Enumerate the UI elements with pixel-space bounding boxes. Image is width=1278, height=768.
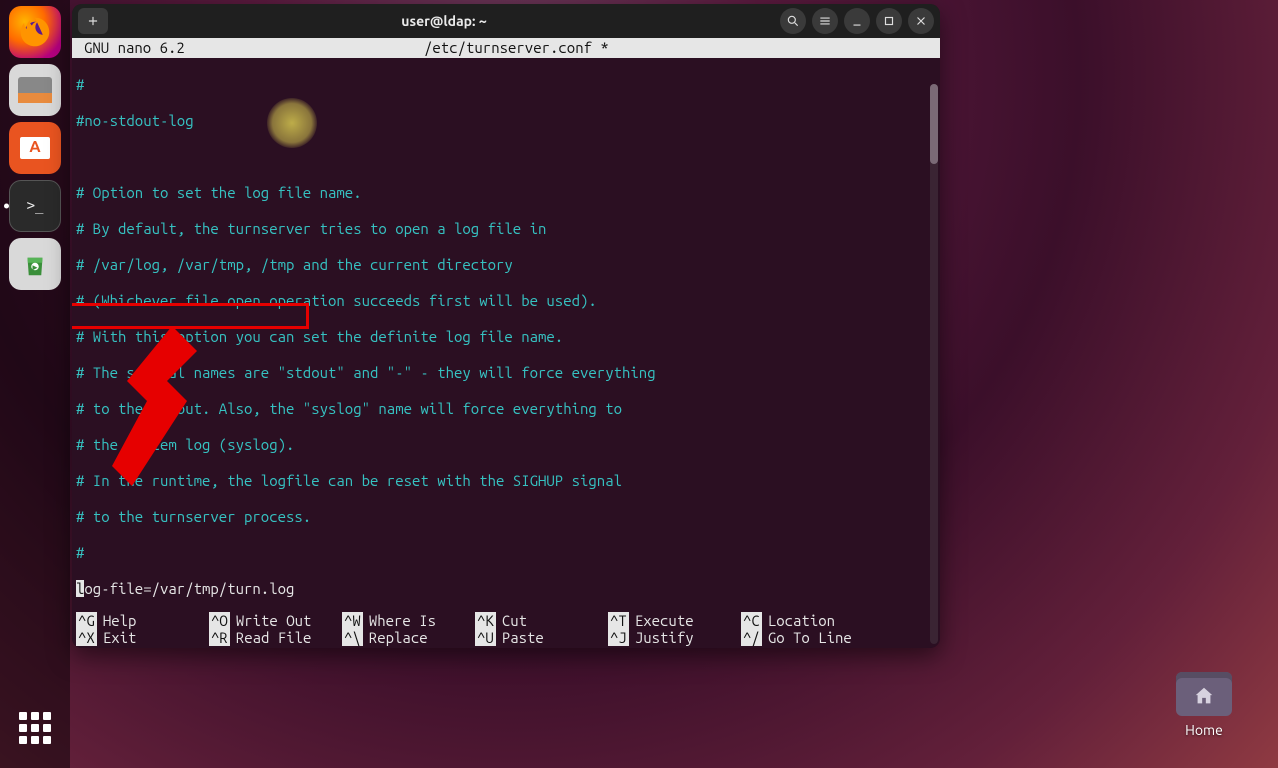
shortcut-label: Read File: [236, 629, 312, 646]
close-icon: [914, 14, 928, 28]
apps-grid-icon: [19, 712, 51, 744]
shortcut-label: Replace: [369, 629, 428, 646]
editor-line: # In the runtime, the logfile can be res…: [76, 472, 936, 490]
window-title: user@ldap: ~: [401, 13, 486, 29]
terminal-icon: >_: [21, 195, 50, 217]
shortcut-key: ^W: [342, 612, 363, 629]
editor-line: # Option to set the log file name.: [76, 184, 936, 202]
shortcut-key: ^/: [741, 629, 762, 646]
editor-line: #no-stdout-log: [76, 112, 936, 130]
nano-app-name: GNU nano 6.2: [84, 38, 424, 58]
editor-line: # With this option you can set the defin…: [76, 328, 936, 346]
editor-line: # /var/log, /var/tmp, /tmp and the curre…: [76, 256, 936, 274]
search-icon: [786, 14, 800, 28]
minimize-icon: [850, 14, 864, 28]
editor-line: # to the turnserver process.: [76, 508, 936, 526]
plus-icon: [86, 14, 100, 28]
terminal-launcher[interactable]: >_: [9, 180, 61, 232]
editor-line-active: log-file=/var/tmp/turn.log: [76, 580, 936, 598]
shortcut-key: ^O: [209, 612, 230, 629]
running-indicator: [4, 204, 9, 209]
nano-shortcut-bar: ^G Help ^O Write Out ^W Where Is ^K Cut ^T Ex…: [72, 612, 930, 648]
minimize-button[interactable]: [844, 8, 870, 34]
shortcut-key: ^U: [475, 629, 496, 646]
shortcut-label: Location: [768, 612, 835, 629]
folder-icon: [1176, 672, 1232, 716]
shortcut-key: ^C: [741, 612, 762, 629]
shortcut-key: ^J: [608, 629, 629, 646]
dock: >_: [0, 0, 70, 768]
shortcut-label: Paste: [502, 629, 544, 646]
shortcut-label: Justify: [635, 629, 694, 646]
desktop-home-label: Home: [1185, 722, 1223, 738]
firefox-launcher[interactable]: [9, 6, 61, 58]
shortcut-label: Cut: [502, 612, 527, 629]
desktop-home-folder[interactable]: Home: [1164, 672, 1244, 738]
editor-line: #: [76, 76, 936, 94]
scrollbar-thumb[interactable]: [930, 84, 938, 164]
shortcut-key: ^X: [76, 629, 97, 646]
shortcut-key: ^\: [342, 629, 363, 646]
ubuntu-software-launcher[interactable]: [9, 122, 61, 174]
shortcut-key: ^T: [608, 612, 629, 629]
close-button[interactable]: [908, 8, 934, 34]
firefox-icon: [18, 15, 52, 49]
new-tab-button[interactable]: [78, 8, 108, 34]
shortcut-label: Exit: [103, 629, 137, 646]
nano-file-name: /etc/turnserver.conf *: [424, 38, 609, 58]
shortcut-label: Execute: [635, 612, 694, 629]
nano-header-bar: GNU nano 6.2 /etc/turnserver.conf *: [72, 38, 940, 58]
show-applications[interactable]: [0, 698, 70, 758]
editor-line: # The special names are "stdout" and "-"…: [76, 364, 936, 382]
hamburger-icon: [818, 14, 832, 28]
editor-line: # the system log (syslog).: [76, 436, 936, 454]
shortcut-key: ^G: [76, 612, 97, 629]
ubuntu-software-icon: [20, 137, 50, 159]
editor-line: # (Whichever file open operation succeed…: [76, 292, 936, 310]
shortcut-key: ^K: [475, 612, 496, 629]
nano-editor-content[interactable]: # #no-stdout-log # Option to set the log…: [72, 58, 940, 598]
editor-line: [76, 148, 936, 166]
terminal-window: user@ldap: ~ GNU nano 6.2 /etc/turnserve…: [72, 4, 940, 648]
trash-launcher[interactable]: [9, 238, 61, 290]
files-launcher[interactable]: [9, 64, 61, 116]
hamburger-menu-button[interactable]: [812, 8, 838, 34]
maximize-icon: [882, 14, 896, 28]
editor-line: # to the stdout. Also, the "syslog" name…: [76, 400, 936, 418]
search-button[interactable]: [780, 8, 806, 34]
maximize-button[interactable]: [876, 8, 902, 34]
shortcut-label: Help: [103, 612, 137, 629]
shortcut-label: Go To Line: [768, 629, 852, 646]
shortcut-label: Where Is: [369, 612, 436, 629]
editor-line: #: [76, 544, 936, 562]
trash-icon: [20, 249, 50, 279]
files-icon: [18, 77, 52, 103]
editor-line: # By default, the turnserver tries to op…: [76, 220, 936, 238]
terminal-scrollbar[interactable]: [930, 84, 938, 644]
terminal-body[interactable]: GNU nano 6.2 /etc/turnserver.conf * # #n…: [72, 38, 940, 648]
home-icon: [1193, 685, 1215, 707]
shortcut-label: Write Out: [236, 612, 312, 629]
shortcut-key: ^R: [209, 629, 230, 646]
titlebar[interactable]: user@ldap: ~: [72, 4, 940, 38]
